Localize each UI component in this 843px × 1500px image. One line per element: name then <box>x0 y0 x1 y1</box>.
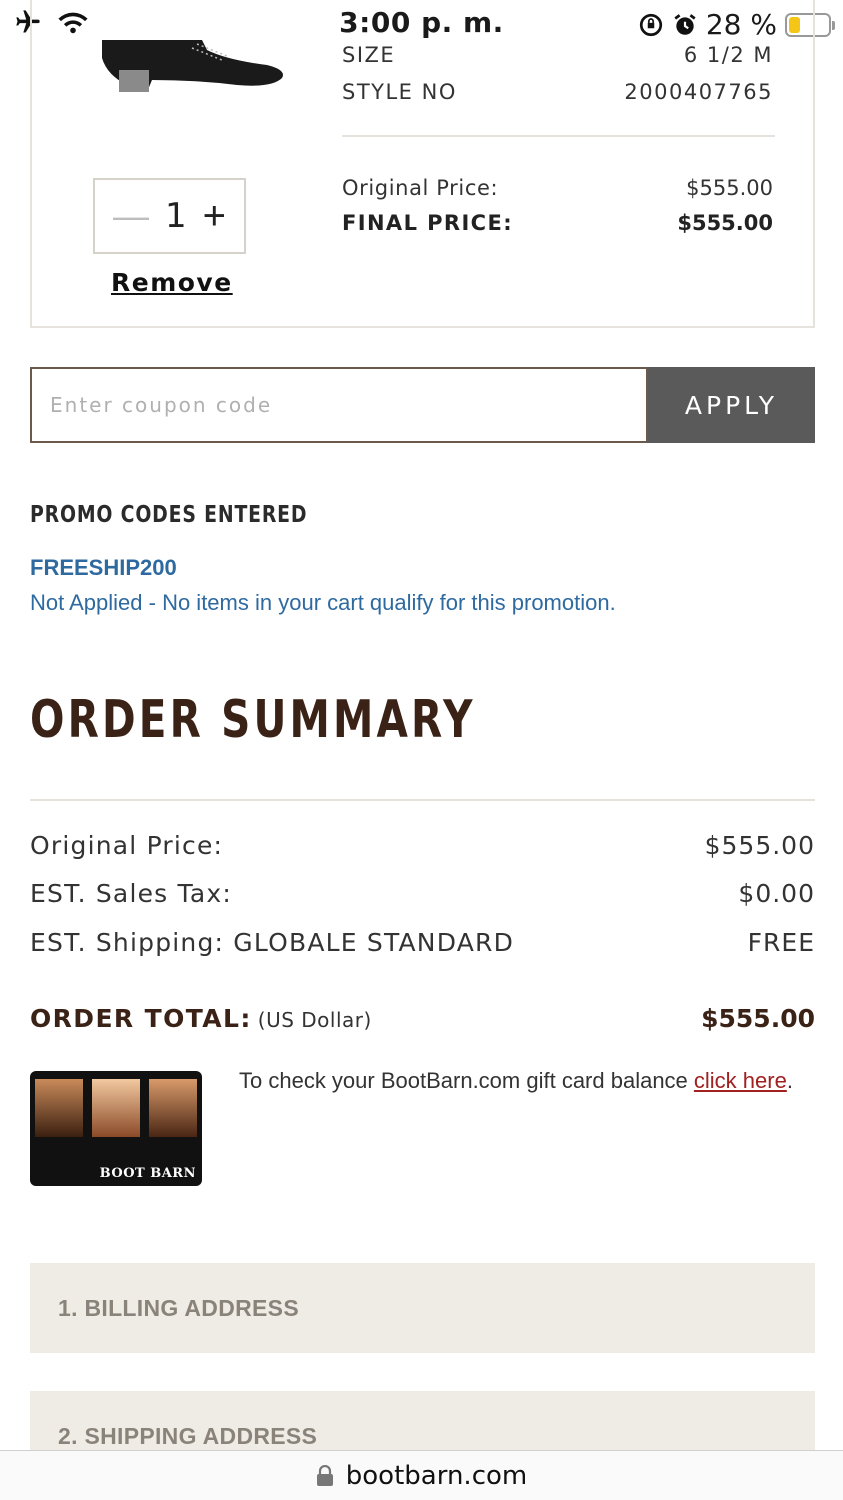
shipping-label: EST. Shipping: GLOBALE STANDARD <box>30 928 515 957</box>
style-no-value: 2000407765 <box>624 80 773 104</box>
gift-card-period: . <box>786 1068 793 1093</box>
original-price-label: Original Price: <box>342 176 499 200</box>
apply-coupon-button[interactable]: APPLY <box>648 367 815 443</box>
divider <box>342 135 775 137</box>
size-label: SIZE <box>342 43 396 67</box>
gift-card-panel <box>149 1079 197 1137</box>
order-total-label: ORDER TOTAL: (US Dollar) <box>30 1004 372 1033</box>
url-text: bootbarn.com <box>345 1461 528 1491</box>
quantity-value[interactable]: 1 <box>165 196 187 236</box>
shipping-address-label: 2. SHIPPING ADDRESS <box>58 1423 318 1449</box>
shipping-value: FREE <box>747 928 815 957</box>
billing-address-section[interactable]: 1. BILLING ADDRESS <box>30 1263 815 1353</box>
gift-card-balance-link[interactable]: click here <box>694 1068 787 1093</box>
lock-icon <box>316 1465 333 1486</box>
coupon-form: APPLY <box>30 367 815 443</box>
url-display: bootbarn.com <box>0 1461 843 1491</box>
shipping-address-section[interactable]: 2. SHIPPING ADDRESS <box>30 1391 815 1450</box>
order-summary-title: ORDER SUMMARY <box>30 690 476 750</box>
order-total-text: ORDER TOTAL: <box>30 1004 252 1033</box>
boot-product-image[interactable] <box>97 40 287 95</box>
cart-item-card: SIZE 6 1/2 M STYLE NO 2000407765 Origina… <box>30 0 815 328</box>
coupon-code-input[interactable] <box>30 367 648 443</box>
summary-original-price-value: $555.00 <box>704 831 815 860</box>
sales-tax-value: $0.00 <box>738 879 815 908</box>
decrease-quantity-button[interactable]: — <box>113 198 149 234</box>
original-price-value: $555.00 <box>686 176 773 200</box>
summary-original-price-label: Original Price: <box>30 831 224 860</box>
gift-card-text: To check your BootBarn.com gift card bal… <box>239 1064 799 1098</box>
gift-card-message: To check your BootBarn.com gift card bal… <box>239 1068 694 1093</box>
promo-code: FREESHIP200 <box>30 555 177 580</box>
order-total-value: $555.00 <box>701 1004 815 1033</box>
increase-quantity-button[interactable]: + <box>203 196 226 236</box>
final-price-value: $555.00 <box>677 211 773 235</box>
style-no-label: STYLE NO <box>342 80 457 104</box>
divider <box>30 799 815 801</box>
promo-codes-title: PROMO CODES ENTERED <box>30 502 308 528</box>
gift-card-panel <box>92 1079 140 1137</box>
final-price-label: FINAL PRICE: <box>342 211 514 235</box>
size-value: 6 1/2 M <box>683 43 773 67</box>
sales-tax-label: EST. Sales Tax: <box>30 879 233 908</box>
boot-barn-logo: BOOT BARN <box>99 1166 196 1181</box>
quantity-stepper: — 1 + <box>93 178 246 254</box>
promo-message: Not Applied - No items in your cart qual… <box>30 590 616 615</box>
billing-address-label: 1. BILLING ADDRESS <box>58 1295 299 1321</box>
order-total-currency: (US Dollar) <box>257 1008 372 1032</box>
browser-url-bar[interactable]: bootbarn.com <box>0 1450 843 1500</box>
remove-link[interactable]: Remove <box>111 268 233 297</box>
gift-card-panel <box>35 1079 83 1137</box>
gift-card-image: BOOT BARN <box>30 1071 202 1186</box>
